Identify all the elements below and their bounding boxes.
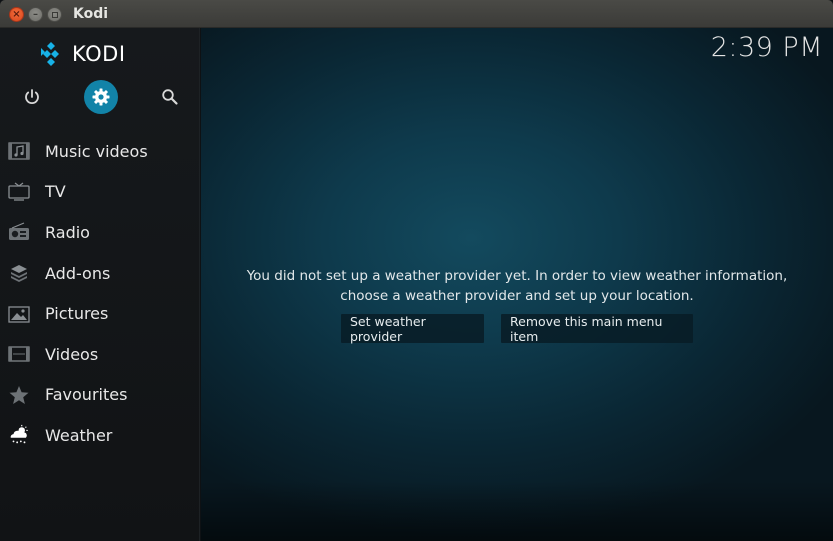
gear-icon: [92, 88, 110, 106]
pictures-icon: [8, 303, 30, 325]
menu-item-favourites[interactable]: Favourites: [0, 375, 200, 416]
window-title: Kodi: [73, 6, 109, 22]
menu-item-label: Videos: [45, 344, 99, 364]
music-video-icon: [8, 140, 30, 162]
minimize-icon: –: [33, 8, 38, 20]
settings-button[interactable]: [84, 80, 118, 114]
menu-item-music-videos[interactable]: Music videos: [0, 131, 200, 172]
radio-icon: [8, 221, 30, 243]
tv-icon: [8, 181, 30, 203]
maximize-icon: [51, 11, 58, 18]
window-maximize-button[interactable]: [47, 7, 62, 22]
power-button[interactable]: [15, 80, 49, 114]
message-line-2: choose a weather provider and set up you…: [340, 288, 694, 304]
videos-icon: [8, 343, 30, 365]
menu-item-label: Add-ons: [45, 263, 111, 283]
star-icon: [8, 384, 30, 406]
weather-icon: [8, 424, 30, 446]
menu-item-label: Pictures: [45, 304, 109, 324]
kodi-logo-text: KODI: [72, 42, 126, 66]
addons-icon: [8, 262, 30, 284]
menu-item-label: Weather: [45, 425, 113, 445]
menu-item-radio[interactable]: Radio: [0, 212, 200, 253]
message-actions: Set weather provider Remove this main me…: [201, 314, 833, 344]
search-icon: [162, 89, 178, 105]
menu-item-label: Music videos: [45, 141, 148, 161]
main-content: 2:39 PM You did not set up a weather pro…: [201, 28, 833, 541]
menu-item-label: Radio: [45, 222, 90, 242]
set-weather-provider-button[interactable]: Set weather provider: [341, 314, 484, 344]
sidebar: KODI Music videos TV Radio Add-ons Pictu…: [0, 28, 200, 541]
clock: 2:39 PM: [710, 32, 823, 63]
menu-item-pictures[interactable]: Pictures: [0, 293, 200, 334]
menu-item-videos[interactable]: Videos: [0, 334, 200, 375]
kodi-app: KODI Music videos TV Radio Add-ons Pictu…: [0, 28, 833, 541]
window-titlebar: × – Kodi: [0, 0, 833, 28]
menu-item-label: TV: [45, 182, 66, 202]
menu-item-addons[interactable]: Add-ons: [0, 253, 200, 294]
kodi-logo-icon: [41, 42, 59, 66]
search-button[interactable]: [153, 80, 187, 114]
window-close-button[interactable]: ×: [9, 7, 24, 22]
remove-menu-item-button[interactable]: Remove this main menu item: [501, 314, 693, 344]
kodi-logo: KODI: [38, 41, 126, 67]
power-icon: [25, 89, 39, 104]
main-menu: Music videos TV Radio Add-ons Pictures V…: [0, 131, 200, 456]
window-minimize-button[interactable]: –: [28, 7, 43, 22]
message-line-1: You did not set up a weather provider ye…: [246, 268, 788, 284]
menu-item-label: Favourites: [45, 385, 128, 405]
close-icon: ×: [12, 8, 21, 20]
menu-item-weather[interactable]: Weather: [0, 415, 200, 456]
menu-item-tv[interactable]: TV: [0, 172, 200, 213]
weather-provider-message: You did not set up a weather provider ye…: [201, 266, 833, 306]
